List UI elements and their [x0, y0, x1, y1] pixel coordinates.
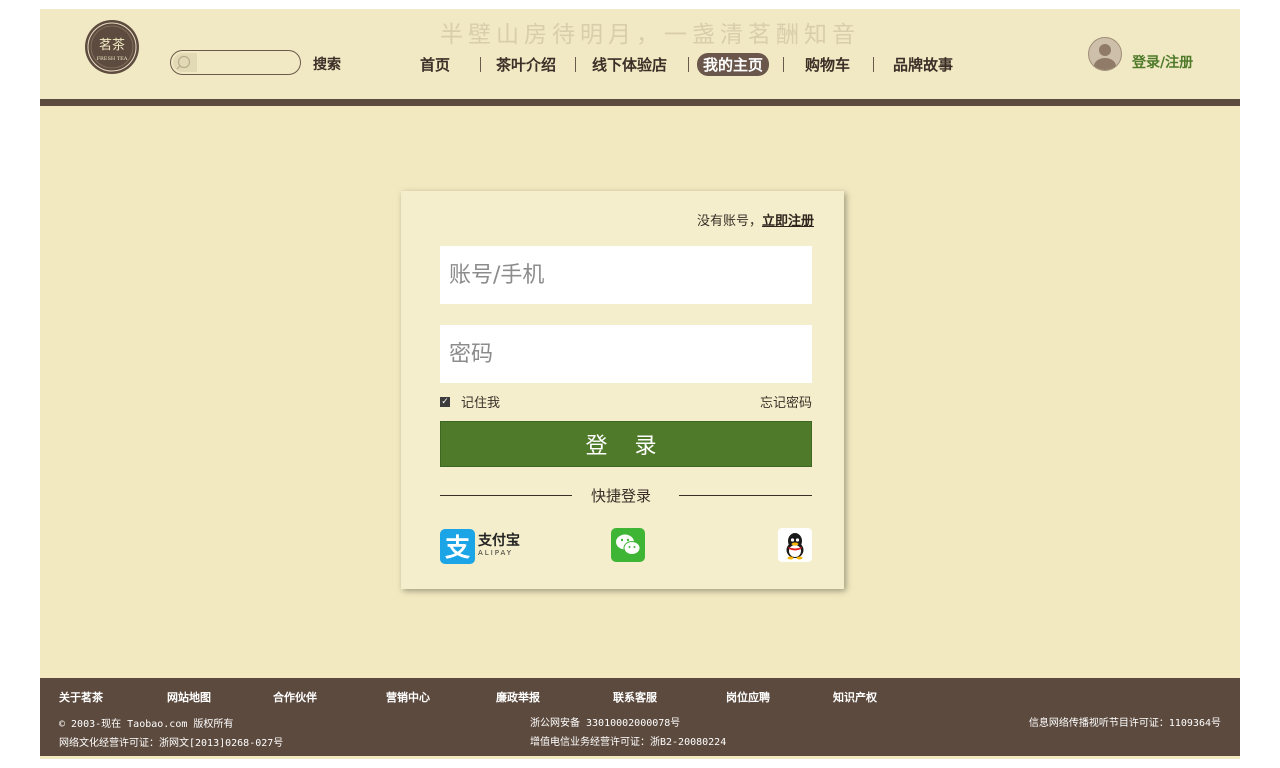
nav-separator	[688, 57, 689, 72]
footer-link-support[interactable]: 联系客服	[613, 689, 657, 705]
culture-license-text: 网络文化经营许可证：浙网文[2013]0268-027号	[59, 738, 284, 749]
register-prompt: 没有账号，立即注册	[697, 210, 814, 229]
nav-separator	[480, 57, 481, 72]
alipay-wordmark: 支付宝 ALIPAY	[478, 534, 520, 558]
remember-me[interactable]: ✓ 记住我	[440, 392, 500, 411]
nav-separator	[783, 57, 784, 72]
no-account-text: 没有账号，	[696, 214, 762, 229]
nav-brand-story[interactable]: 品牌故事	[893, 54, 953, 75]
telecom-license-text: 增值电信业务经营许可证：浙B2-20080224	[530, 737, 727, 748]
header-divider	[40, 99, 1240, 106]
login-button[interactable]: 登 录	[440, 421, 812, 467]
header: 茗茶 FRESH TEA 半壁山房待明月，一盏清茗酬知音 搜索 首页 茶叶介绍 …	[40, 9, 1240, 99]
nav-cart[interactable]: 购物车	[805, 54, 850, 75]
forgot-password-link[interactable]: 忘记密码	[760, 392, 812, 411]
quick-login-label: 快捷登录	[591, 487, 652, 505]
nav-tea-intro[interactable]: 茶叶介绍	[496, 54, 556, 75]
footer-link-about[interactable]: 关于茗茶	[59, 689, 103, 705]
avatar-icon[interactable]	[1088, 37, 1122, 71]
av-license-text: 信息网络传播视听节目许可证：1109364号	[1028, 718, 1221, 729]
wechat-icon[interactable]	[611, 528, 645, 562]
divider-line	[440, 495, 572, 496]
alipay-icon: 支	[440, 528, 475, 564]
login-register-link[interactable]: 登录/注册	[1132, 52, 1193, 72]
qq-icon[interactable]	[778, 528, 812, 562]
footer-link-marketing[interactable]: 营销中心	[386, 689, 430, 705]
divider-line	[679, 495, 812, 496]
alipay-cn-label: 支付宝	[478, 533, 520, 549]
slogan: 半壁山房待明月，一盏清茗酬知音	[440, 22, 860, 48]
search-box	[170, 50, 301, 75]
login-card: 没有账号，立即注册 ✓ 记住我 忘记密码 登 录 快捷登录 支 支付宝 ALIP…	[401, 191, 844, 589]
logo-subtext: FRESH TEA	[97, 56, 128, 62]
copyright-text: © 2003-现在 Taobao.com 版权所有	[59, 719, 234, 730]
nav-home[interactable]: 首页	[420, 54, 450, 75]
nav-my-home[interactable]: 我的主页	[697, 53, 770, 76]
alipay-login-button[interactable]: 支 支付宝 ALIPAY	[440, 528, 526, 564]
search-button[interactable]: 搜索	[313, 54, 341, 74]
footer-link-sitemap[interactable]: 网站地图	[167, 689, 211, 705]
alipay-en-label: ALIPAY	[478, 549, 514, 557]
nav-offline-store[interactable]: 线下体验店	[592, 54, 667, 75]
footer: 关于茗茶 网站地图 合作伙伴 营销中心 廉政举报 联系客服 岗位应聘 知识产权 …	[40, 678, 1240, 756]
remember-label: 记住我	[461, 396, 501, 411]
search-icon[interactable]	[173, 53, 197, 72]
nav-separator	[575, 57, 576, 72]
page: 茗茶 FRESH TEA 半壁山房待明月，一盏清茗酬知音 搜索 首页 茶叶介绍 …	[40, 9, 1240, 759]
footer-link-partners[interactable]: 合作伙伴	[273, 689, 317, 705]
footer-link-ip[interactable]: 知识产权	[833, 689, 877, 705]
nav-separator	[873, 57, 874, 72]
search-input[interactable]	[199, 51, 295, 74]
checkbox-icon[interactable]: ✓	[440, 396, 450, 407]
footer-link-report[interactable]: 廉政举报	[496, 689, 540, 705]
logo-text: 茗茶	[99, 37, 125, 53]
account-input[interactable]	[440, 246, 812, 304]
register-link[interactable]: 立即注册	[762, 214, 814, 229]
tea-logo-icon[interactable]: 茗茶 FRESH TEA	[84, 19, 140, 75]
footer-link-jobs[interactable]: 岗位应聘	[726, 689, 770, 705]
police-record-text: 浙公网安备 33010002000078号	[530, 718, 681, 729]
password-input[interactable]	[440, 325, 812, 383]
